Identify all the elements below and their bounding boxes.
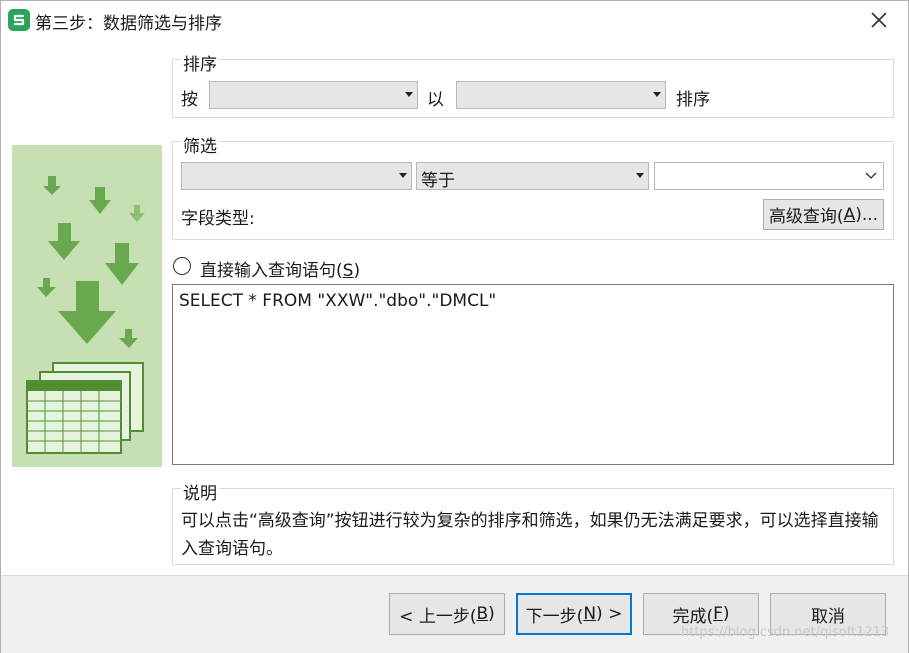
next-step-text: 下一步( [525, 606, 584, 627]
finish-text: 完成( [672, 606, 714, 627]
window-title: 第三步：数据筛选与排序 [35, 14, 222, 34]
close-button[interactable] [863, 5, 895, 35]
direct-query-label-suffix: ) [353, 261, 361, 281]
close-icon [871, 12, 887, 28]
sort-with-label: 以 [427, 90, 444, 110]
direct-query-mnemonic: S [342, 261, 354, 281]
description-text: 可以点击“高级查询”按钮进行较为复杂的排序和筛选，如果仍无法满足要求，可以选择直… [181, 511, 879, 559]
app-icon [8, 9, 30, 31]
finish-mnemonic: F [713, 604, 723, 624]
sort-by-label: 按 [181, 90, 198, 110]
dropdown-arrow-icon [399, 173, 407, 178]
sort-field-select[interactable] [209, 81, 418, 109]
filter-arrows-icon [26, 176, 145, 454]
spreadsheet-app-icon [13, 14, 25, 26]
cancel-text: 取消 [811, 606, 845, 627]
advanced-query-mnemonic: A [843, 204, 856, 225]
chevron-down-icon [865, 172, 877, 179]
sql-text: SELECT * FROM "XXW"."dbo"."DMCL" [179, 291, 497, 311]
sort-group-title: 排序 [181, 50, 219, 75]
sql-textarea[interactable]: SELECT * FROM "XXW"."dbo"."DMCL" [172, 284, 894, 465]
dropdown-arrow-icon [405, 92, 413, 97]
finish-suffix: ) [722, 604, 730, 624]
filter-group-title: 筛选 [181, 132, 219, 157]
wizard-illustration [12, 145, 162, 467]
filter-operator-select[interactable]: 等于 [416, 162, 649, 191]
advanced-query-text: 高级查询( [768, 207, 844, 227]
prev-step-suffix: ) [488, 604, 495, 624]
next-step-button[interactable]: 下一步(N) > [516, 593, 632, 635]
direct-query-label[interactable]: 直接输入查询语句(S) [200, 256, 360, 281]
description-group-title: 说明 [181, 479, 219, 504]
direct-query-label-text: 直接输入查询语句( [200, 261, 343, 281]
advanced-query-suffix: )... [855, 204, 879, 225]
filter-operator-value: 等于 [421, 171, 455, 191]
prev-step-button[interactable]: < 上一步(B) [389, 593, 505, 635]
filter-field-select[interactable] [181, 162, 412, 190]
watermark: https://blog.csdn.net/qisoft1213 [681, 625, 890, 640]
dropdown-arrow-icon [653, 92, 661, 97]
prev-step-text: < 上一步( [399, 606, 477, 627]
prev-step-mnemonic: B [476, 604, 489, 624]
dropdown-arrow-icon [636, 173, 644, 178]
sort-suffix-label: 排序 [676, 90, 710, 110]
dialog-window: 第三步：数据筛选与排序 排序 按 以 排序 筛选 等于 字段类型: 高级查询(… [0, 0, 909, 653]
filter-value-combobox[interactable] [654, 162, 884, 190]
field-type-label: 字段类型: [181, 209, 255, 229]
direct-query-radio[interactable] [173, 257, 191, 275]
sort-order-select[interactable] [456, 81, 666, 109]
advanced-query-button[interactable]: 高级查询(A)... [763, 199, 884, 230]
next-step-mnemonic: N [583, 604, 597, 624]
next-step-suffix: ) > [596, 604, 623, 624]
title-bar: 第三步：数据筛选与排序 [1, 1, 908, 39]
